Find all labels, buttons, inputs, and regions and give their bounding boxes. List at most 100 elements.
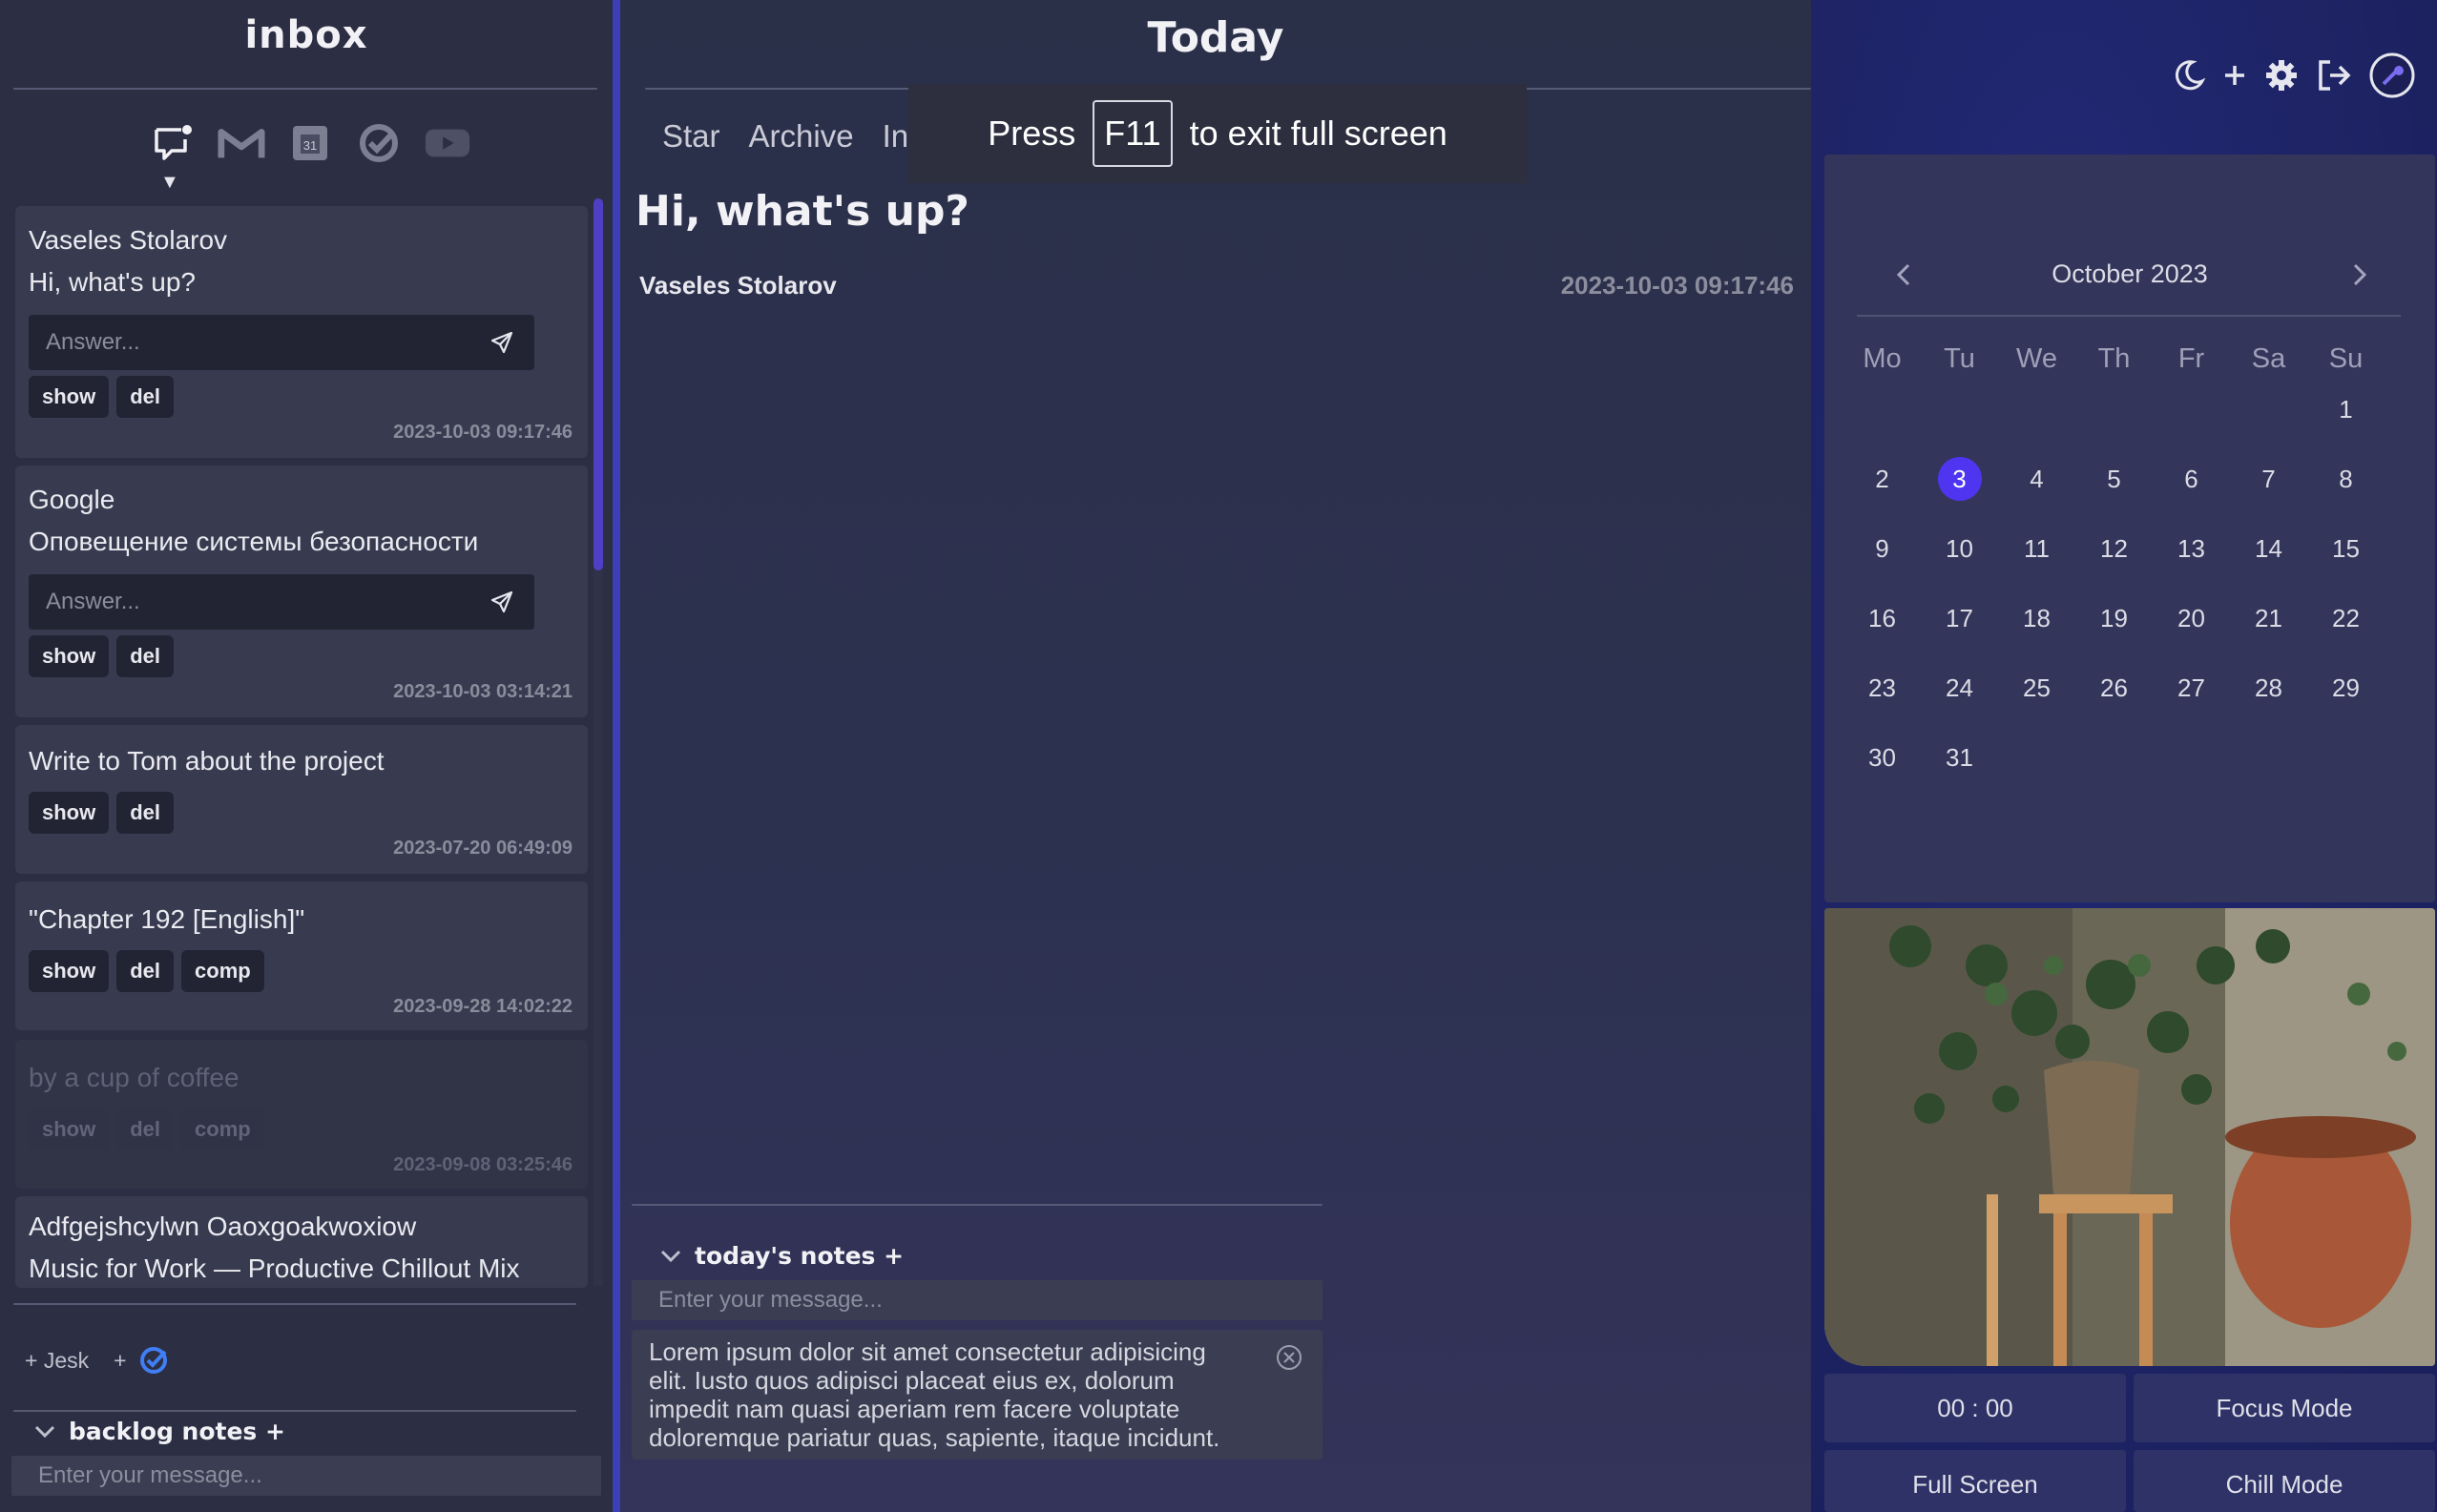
inbox-item[interactable]: "Chapter 192 [English]" show del comp 20… [15,881,588,1030]
weekday-label: Mo [1863,343,1902,374]
add-desk-link[interactable]: + Jesk [25,1348,89,1374]
show-button[interactable]: show [29,376,110,418]
calendar-day[interactable]: 24 [1921,666,1998,710]
calendar-day[interactable]: 18 [1998,596,2075,640]
note-card: Lorem ipsum dolor sit amet consectetur a… [632,1330,1323,1460]
calendar-day[interactable]: 14 [2230,527,2307,570]
right-panel: October 2023 Mo Tu We Th Fr Sa Su 1 2 3 4 5 6 7 8 9 10 11… [1811,0,2437,1512]
calendar-day[interactable]: 7 [2230,457,2307,501]
item-sender: Vaseles Stolarov [29,225,228,255]
close-icon[interactable] [1275,1343,1303,1372]
complete-button[interactable]: comp [181,1108,264,1150]
calendar-day[interactable]: 30 [1843,735,1921,779]
chill-mode-button[interactable]: Chill Mode [2134,1450,2435,1512]
tab-inbox[interactable]: In [883,118,909,155]
calendar-day[interactable]: 31 [1921,735,1998,779]
answer-input[interactable] [29,574,534,630]
inbox-item[interactable]: by a cup of coffee show del comp 2023-09… [15,1040,588,1189]
notes-divider [632,1204,1323,1206]
inbox-item[interactable]: Adfgejshcylwn Oaoxgoakwoxiow Music for W… [15,1196,588,1288]
answer-input[interactable] [29,315,534,370]
weekday-label: Tu [1944,343,1975,374]
item-sender: Adfgejshcylwn Oaoxgoakwoxiow [29,1212,417,1241]
calendar-day-today[interactable]: 3 [1921,457,1998,501]
calendar-day[interactable]: 26 [2075,666,2153,710]
calendar-day[interactable]: 17 [1921,596,1998,640]
logout-icon[interactable] [2315,58,2353,93]
inbox-scrollbar-thumb[interactable] [594,198,603,570]
delete-button[interactable]: del [116,376,175,418]
calendar-day[interactable]: 21 [2230,596,2307,640]
today-title: Today [1147,13,1284,62]
calendar-divider [1857,315,2401,317]
inbox-item[interactable]: Vaseles Stolarov Hi, what's up? show del… [15,206,588,458]
inbox-item[interactable]: Write to Tom about the project show del … [15,725,588,874]
show-button[interactable]: show [29,792,110,834]
tab-archive[interactable]: Archive [749,118,854,155]
gear-icon[interactable] [2263,57,2300,93]
calendar-icon[interactable]: 31 [286,119,334,167]
calendar-day[interactable]: 12 [2075,527,2153,570]
item-subject: Hi, what's up? [29,267,196,297]
add-task-label: + [114,1347,127,1373]
moon-icon[interactable] [2172,58,2206,93]
complete-button[interactable]: comp [181,950,264,992]
calendar-day[interactable]: 16 [1843,596,1921,640]
show-button[interactable]: show [29,1108,110,1150]
delete-button[interactable]: del [116,635,175,677]
calendar-day[interactable]: 4 [1998,457,2075,501]
calendar-day[interactable]: 29 [2307,666,2385,710]
calendar-day[interactable]: 13 [2153,527,2230,570]
send-icon[interactable] [483,323,521,362]
fullscreen-notice-key: F11 [1093,100,1173,167]
focus-mode-button[interactable]: Focus Mode [2134,1374,2435,1442]
calendar-day[interactable]: 28 [2230,666,2307,710]
today-message-input[interactable] [632,1280,1323,1320]
chevron-right-icon[interactable] [2340,256,2378,294]
backlog-message-input[interactable] [11,1456,601,1496]
show-button[interactable]: show [29,635,110,677]
today-notes-header[interactable]: today's notes + [658,1242,904,1270]
calendar-day[interactable]: 1 [2307,387,2385,431]
calendar-day[interactable]: 19 [2075,596,2153,640]
fullscreen-button[interactable]: Full Screen [1824,1450,2126,1512]
delete-button[interactable]: del [116,792,175,834]
item-subject: Music for Work — Productive Chillout Mix [29,1253,520,1283]
calendar-day[interactable]: 6 [2153,457,2230,501]
send-icon[interactable] [483,583,521,621]
delete-button[interactable]: del [116,1108,175,1150]
calendar-day[interactable]: 2 [1843,457,1921,501]
calendar-day[interactable]: 10 [1921,527,1998,570]
timer-display[interactable]: 00 : 00 [1824,1374,2126,1442]
add-task-link[interactable]: + [114,1345,168,1376]
gmail-icon[interactable] [218,119,265,167]
calendar-day[interactable]: 20 [2153,596,2230,640]
today-panel: Today Star Archive In spam Press F11 to … [620,0,1811,1512]
show-button[interactable]: show [29,950,110,992]
calendar-day[interactable]: 27 [2153,666,2230,710]
tasks-check-icon[interactable] [355,119,403,167]
backlog-notes-header[interactable]: backlog notes + [32,1418,285,1445]
item-time: 2023-10-03 03:14:21 [393,681,573,702]
note-text: Lorem ipsum dolor sit amet consectetur a… [649,1337,1220,1452]
calendar-day[interactable]: 11 [1998,527,2075,570]
source-selector: 31 [149,114,471,172]
calendar-widget: October 2023 Mo Tu We Th Fr Sa Su 1 2 3 4 5 6 7 8 9 10 11… [1824,155,2435,902]
calendar-day[interactable]: 5 [2075,457,2153,501]
message-title: Hi, what's up? [635,187,969,236]
calendar-day[interactable]: 8 [2307,457,2385,501]
youtube-icon[interactable] [424,119,471,167]
plus-icon[interactable] [2221,62,2248,89]
calendar-day[interactable]: 22 [2307,596,2385,640]
item-time: 2023-10-03 09:17:46 [393,422,573,443]
calendar-day[interactable]: 25 [1998,666,2075,710]
delete-button[interactable]: del [116,950,175,992]
chevron-down-icon [34,1425,55,1438]
calendar-day[interactable]: 9 [1843,527,1921,570]
calendar-day[interactable]: 15 [2307,527,2385,570]
inbox-item[interactable]: Google Оповещение системы безопасности s… [15,466,588,717]
avatar[interactable] [2368,52,2416,99]
chat-icon[interactable] [149,119,197,167]
calendar-day[interactable]: 23 [1843,666,1921,710]
tab-star[interactable]: Star [662,118,720,155]
